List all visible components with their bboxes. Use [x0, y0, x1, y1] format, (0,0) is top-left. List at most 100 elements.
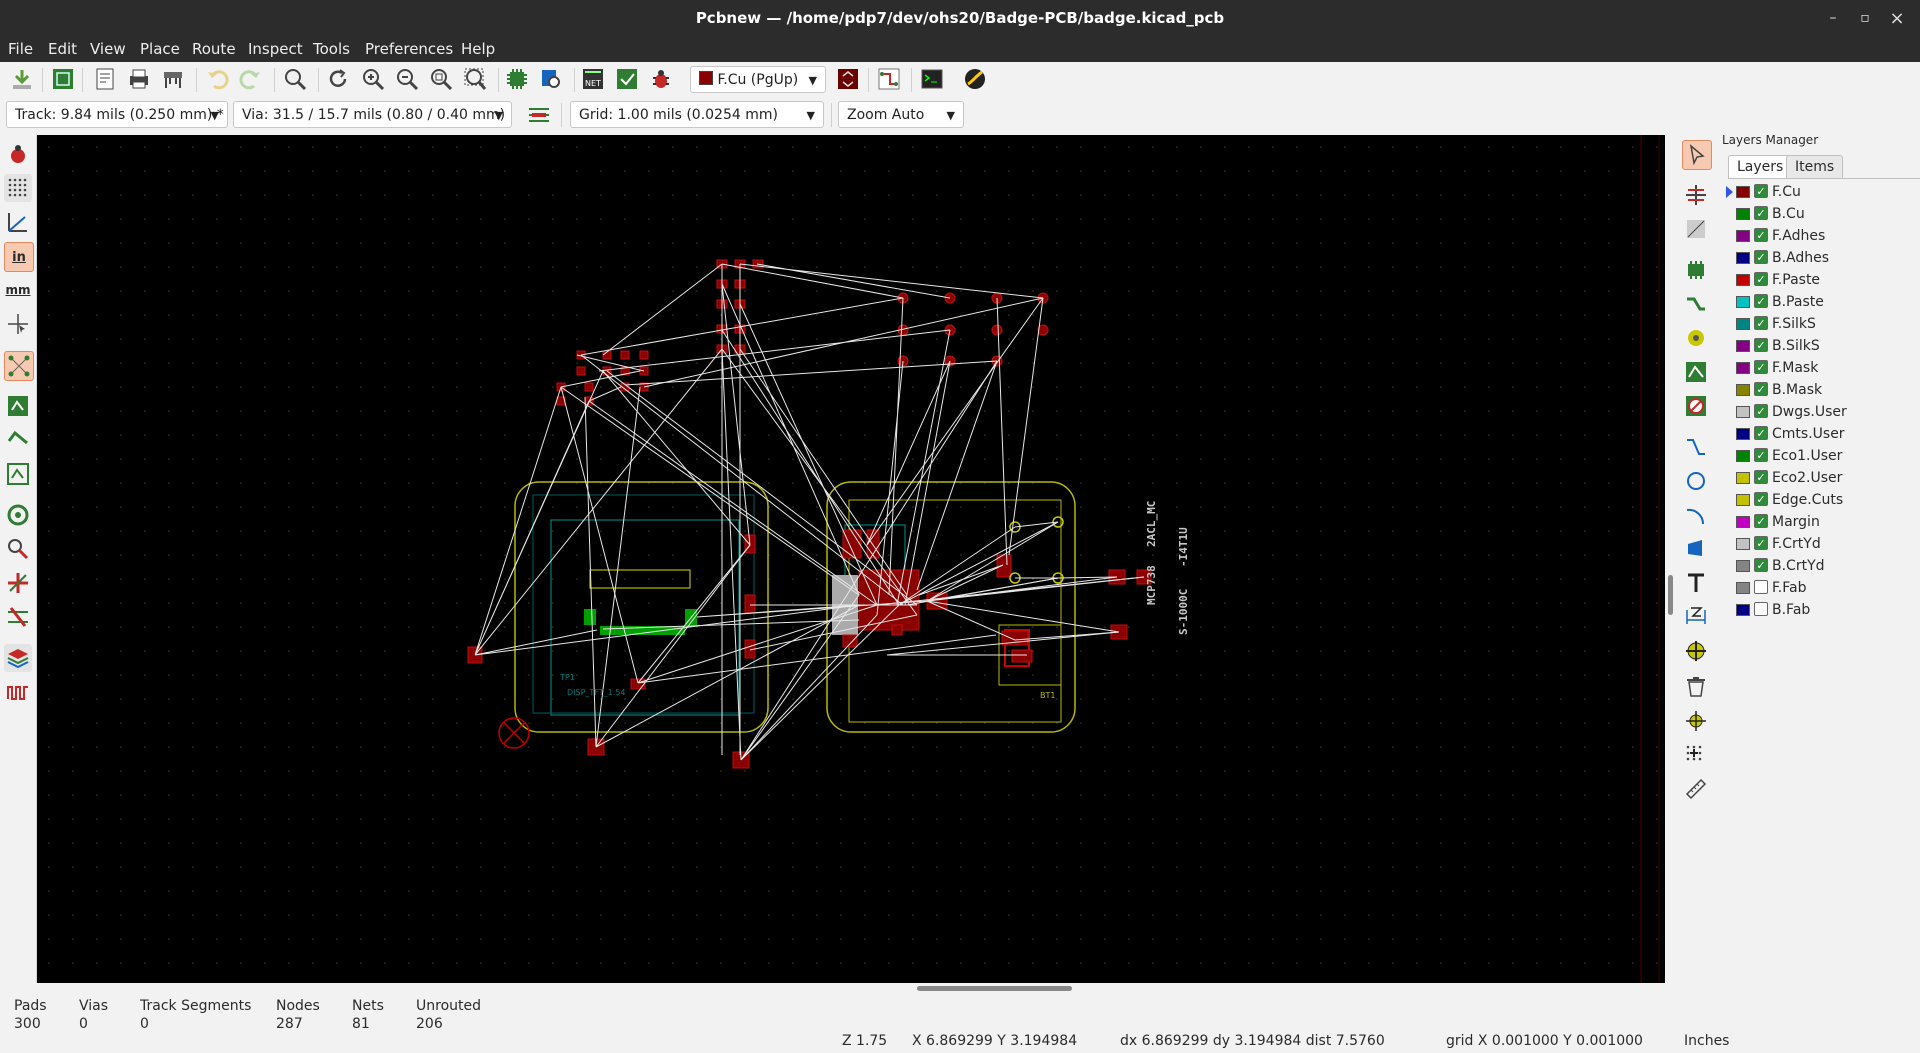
zoom-out-icon[interactable]: [393, 65, 421, 93]
layer-name[interactable]: Eco1.User: [1772, 447, 1842, 465]
layer-color-swatch[interactable]: [1736, 230, 1750, 242]
layer-color-swatch[interactable]: [1736, 208, 1750, 220]
menu-tools[interactable]: Tools: [313, 40, 350, 58]
layer-visibility-checkbox[interactable]: ✓: [1754, 360, 1768, 374]
units-inch-button[interactable]: in: [4, 242, 34, 272]
layer-visibility-checkbox[interactable]: ✓: [1754, 294, 1768, 308]
layer-visibility-checkbox[interactable]: ✓: [1754, 272, 1768, 286]
add-dimension-icon[interactable]: [1682, 603, 1710, 631]
add-target-icon[interactable]: [1682, 637, 1710, 665]
layer-row[interactable]: ✓ B.CrtYd: [1734, 557, 1914, 575]
via-size-select[interactable]: Via: 31.5 / 15.7 mils (0.80 / 0.40 mm) *…: [233, 101, 512, 150]
minimize-button[interactable]: –: [1820, 0, 1846, 37]
layer-color-swatch[interactable]: [1736, 252, 1750, 264]
netlist-icon[interactable]: NET: [579, 65, 607, 93]
layer-name[interactable]: B.Adhes: [1772, 249, 1829, 267]
layer-row[interactable]: ✓ F.Adhes: [1734, 227, 1914, 245]
layer-pair-icon[interactable]: [834, 65, 862, 93]
layer-color-swatch[interactable]: [1736, 384, 1750, 396]
layer-row[interactable]: ✓ B.SilkS: [1734, 337, 1914, 355]
layer-row[interactable]: ✓ Eco1.User: [1734, 447, 1914, 465]
track-width-select[interactable]: Track: 9.84 mils (0.250 mm) * ▼: [6, 101, 228, 128]
layer-row[interactable]: ✓ B.Cu: [1734, 205, 1914, 223]
scroll-thumb[interactable]: [917, 986, 1072, 991]
layer-visibility-checkbox[interactable]: ✓: [1754, 558, 1768, 572]
layer-visibility-checkbox[interactable]: ✓: [1754, 426, 1768, 440]
layer-visibility-checkbox[interactable]: ✓: [1754, 382, 1768, 396]
grid-origin-icon[interactable]: [1682, 741, 1710, 769]
layer-color-swatch[interactable]: [1736, 318, 1750, 330]
grid-toggle-icon[interactable]: [4, 174, 32, 202]
layer-color-swatch[interactable]: [1736, 516, 1750, 528]
zone-sketch-icon[interactable]: [4, 460, 32, 488]
layer-select[interactable]: F.Cu (PgUp) ▼: [690, 66, 826, 93]
horizontal-scrollbar[interactable]: [37, 983, 1665, 992]
layer-name[interactable]: B.Paste: [1772, 293, 1824, 311]
layer-visibility-checkbox[interactable]: ✓: [1754, 492, 1768, 506]
via-fill-icon[interactable]: [4, 535, 32, 563]
add-via-icon[interactable]: [1682, 324, 1710, 352]
draw-circle-icon[interactable]: [1682, 467, 1710, 495]
layer-color-swatch[interactable]: [1736, 604, 1750, 616]
layer-name[interactable]: F.Paste: [1772, 271, 1820, 289]
layer-visibility-checkbox[interactable]: ✓: [1754, 206, 1768, 220]
menu-inspect[interactable]: Inspect: [248, 40, 303, 58]
layer-visibility-checkbox[interactable]: ✓: [1754, 250, 1768, 264]
layer-name[interactable]: Eco2.User: [1772, 469, 1842, 487]
footprint-editor-icon[interactable]: [503, 65, 531, 93]
zoom-select[interactable]: Zoom Auto ▼: [838, 101, 964, 128]
layer-row[interactable]: ✓ F.Mask: [1734, 359, 1914, 377]
measure-tool-icon[interactable]: [1682, 775, 1710, 803]
local-ratsnest-icon[interactable]: [1682, 215, 1710, 243]
drc-icon[interactable]: [647, 65, 675, 93]
layer-color-swatch[interactable]: [1736, 538, 1750, 550]
refresh-icon[interactable]: [324, 65, 352, 93]
board-setup-icon[interactable]: [49, 65, 77, 93]
layer-color-swatch[interactable]: [1736, 582, 1750, 594]
menu-view[interactable]: View: [90, 40, 126, 58]
plot-icon[interactable]: [159, 65, 187, 93]
layer-visibility-checkbox[interactable]: ✓: [1754, 316, 1768, 330]
layer-row[interactable]: ✓ F.CrtYd: [1734, 535, 1914, 553]
autoroute-icon[interactable]: [875, 65, 903, 93]
track-sketch-icon[interactable]: [4, 569, 32, 597]
layer-name[interactable]: B.CrtYd: [1772, 557, 1825, 575]
layer-row[interactable]: ✓ F.SilkS: [1734, 315, 1914, 333]
menu-file[interactable]: File: [8, 40, 33, 58]
layer-color-swatch[interactable]: [1736, 450, 1750, 462]
zoom-selection-icon[interactable]: [461, 65, 489, 93]
pcb-canvas[interactable]: DISP_TFT_1.54 TP1 BT1 MCP738 2ACL_MC S-1…: [37, 135, 1665, 983]
layer-color-swatch[interactable]: [1736, 428, 1750, 440]
layer-color-swatch[interactable]: [1736, 560, 1750, 572]
layer-name[interactable]: Cmts.User: [1772, 425, 1845, 443]
layer-color-swatch[interactable]: [1736, 274, 1750, 286]
highlight-net-icon[interactable]: [1682, 181, 1710, 209]
tab-items[interactable]: Items: [1786, 155, 1844, 178]
save-icon[interactable]: [8, 65, 36, 93]
microwave-icon[interactable]: [4, 678, 32, 706]
layer-color-swatch[interactable]: [1736, 296, 1750, 308]
find-icon[interactable]: [281, 65, 309, 93]
keepout-icon[interactable]: [1682, 392, 1710, 420]
undo-icon[interactable]: [203, 65, 231, 93]
close-button[interactable]: ×: [1884, 0, 1910, 37]
layer-name[interactable]: F.SilkS: [1772, 315, 1816, 333]
layer-color-swatch[interactable]: [1736, 186, 1750, 198]
footprint-browser-icon[interactable]: [537, 65, 565, 93]
layer-visibility-checkbox[interactable]: ✓: [1754, 338, 1768, 352]
layer-name[interactable]: F.CrtYd: [1772, 535, 1821, 553]
drc-marker-icon[interactable]: [4, 140, 32, 168]
vertical-scrollbar[interactable]: [1666, 135, 1675, 983]
layer-name[interactable]: F.Cu: [1772, 183, 1801, 201]
layer-row[interactable]: ✓ Margin: [1734, 513, 1914, 531]
layer-name[interactable]: Margin: [1772, 513, 1820, 531]
high-contrast-icon[interactable]: [4, 603, 32, 631]
ratsnest-icon[interactable]: [4, 351, 34, 381]
3d-viewer-icon[interactable]: [961, 65, 989, 93]
menu-help[interactable]: Help: [461, 40, 495, 58]
layer-name[interactable]: B.SilkS: [1772, 337, 1820, 355]
layer-name[interactable]: F.Adhes: [1772, 227, 1825, 245]
drill-origin-icon[interactable]: [1682, 707, 1710, 735]
cursor-shape-icon[interactable]: [4, 310, 32, 338]
layer-row[interactable]: ✓ Cmts.User: [1734, 425, 1914, 443]
